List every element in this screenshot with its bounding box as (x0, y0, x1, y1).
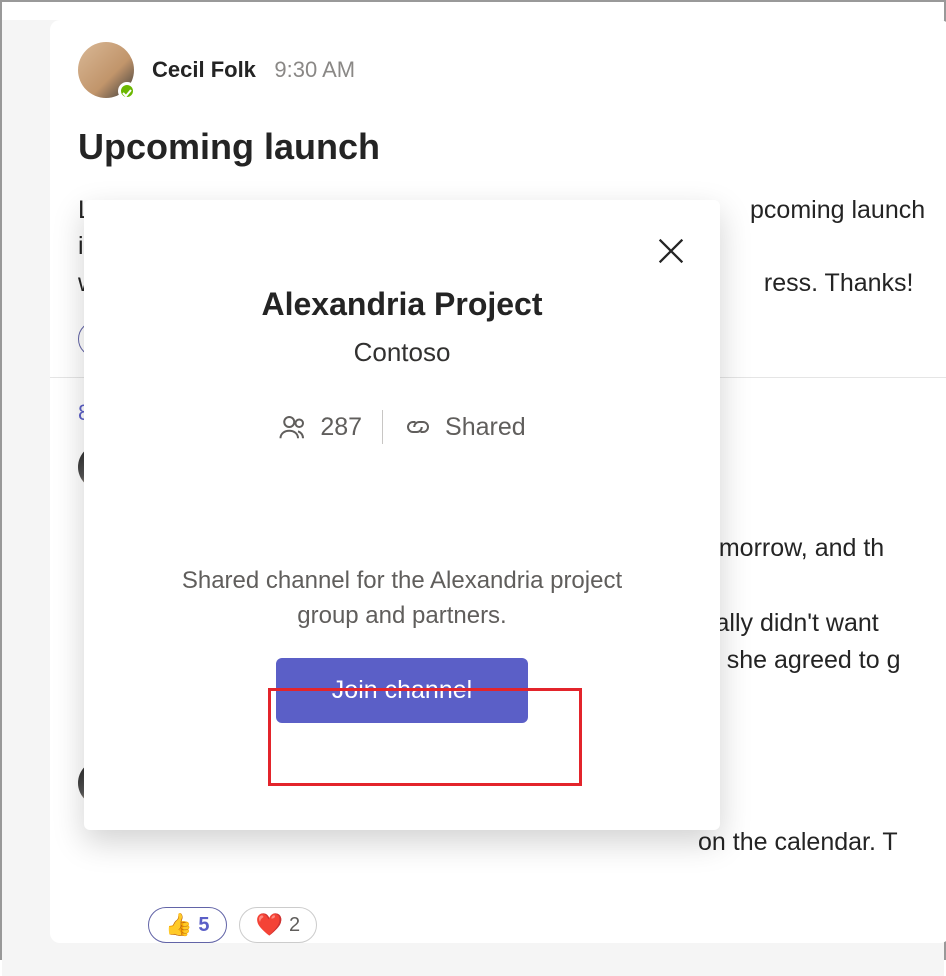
shared-label: Shared (445, 413, 526, 442)
member-count-value: 287 (320, 413, 362, 442)
heart-icon: ❤️ (256, 912, 283, 938)
reaction-thumbs-up[interactable]: 👍 5 (148, 907, 227, 943)
post-timestamp: 9:30 AM (274, 57, 355, 82)
people-icon (278, 412, 308, 442)
shared-badge: Shared (403, 412, 526, 442)
author-avatar[interactable] (78, 42, 134, 98)
channel-title: Alexandria Project (120, 286, 684, 323)
channel-info-popup: Alexandria Project Contoso 287 Shared Sh… (84, 200, 720, 830)
thumbs-up-icon: 👍 (165, 912, 192, 938)
close-icon (654, 234, 688, 268)
member-count: 287 (278, 412, 362, 442)
reaction-heart[interactable]: ❤️ 2 (239, 907, 318, 943)
meta-divider (382, 410, 383, 444)
join-channel-button[interactable]: Join channel (276, 658, 528, 723)
reaction-bar-reply: 👍 5 ❤️ 2 (148, 907, 946, 943)
tenant-name: Contoso (120, 337, 684, 368)
link-icon (403, 412, 433, 442)
channel-description: Shared channel for the Alexandria projec… (120, 564, 684, 634)
reaction-count: 5 (198, 914, 209, 937)
close-button[interactable] (654, 234, 688, 268)
post-title: Upcoming launch (78, 126, 946, 168)
post-author[interactable]: Cecil Folk (152, 57, 256, 82)
presence-available-icon (118, 82, 136, 100)
reaction-count: 2 (289, 914, 300, 937)
post-header: Cecil Folk 9:30 AM (78, 42, 946, 98)
channel-meta: 287 Shared (120, 410, 684, 444)
